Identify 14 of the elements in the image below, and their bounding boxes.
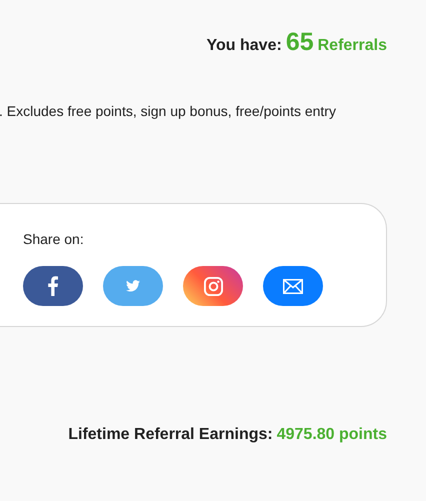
earnings-label: Lifetime Referral Earnings: [68, 425, 273, 445]
share-button[interactable] [23, 266, 83, 306]
referral-count: 65 [286, 30, 314, 55]
note-text: . Excludes free points, sign up bonus, free/points entry [0, 103, 336, 121]
facebook-icon [48, 276, 58, 296]
referrals-label: You have: [206, 36, 282, 56]
referrals-unit: Referrals [318, 36, 387, 56]
bird-icon [126, 280, 140, 292]
share-button[interactable] [183, 266, 243, 306]
share-label: Share on: [23, 230, 84, 249]
camera-icon [204, 276, 222, 296]
earnings-value: 4975.80 points [276, 425, 387, 445]
share-button[interactable] [263, 266, 323, 306]
envelope-icon [283, 278, 303, 294]
